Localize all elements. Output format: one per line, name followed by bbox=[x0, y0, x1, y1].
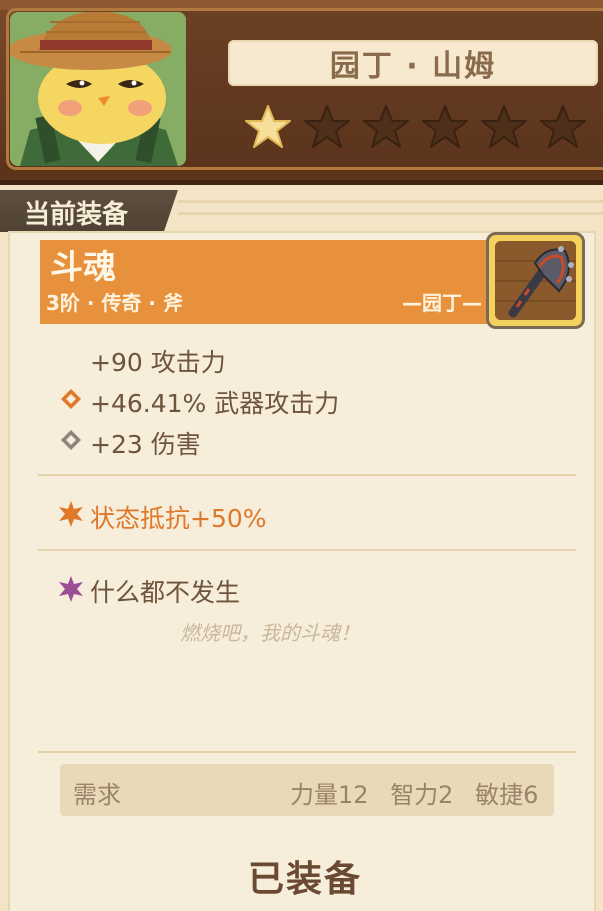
item-name: 斗魂 bbox=[50, 247, 116, 286]
requirement-strength: 力量12 bbox=[290, 781, 369, 809]
perk-text: 什么都不发生 bbox=[90, 578, 241, 607]
axe-icon bbox=[495, 241, 576, 320]
orange-burst-icon bbox=[59, 501, 83, 527]
section-tab-current-equipment: 当前装备 bbox=[0, 190, 178, 232]
character-portrait[interactable] bbox=[10, 12, 186, 166]
character-header: 园丁 · 山姆 bbox=[0, 0, 603, 185]
flavor-text: 燃烧吧，我的斗魂！ bbox=[180, 621, 360, 645]
chick-gardener-avatar bbox=[10, 12, 186, 166]
star-empty-icon bbox=[363, 105, 409, 148]
star-empty-icon bbox=[540, 105, 586, 148]
requirement-agility: 敏捷6 bbox=[475, 781, 539, 809]
header-rule-top bbox=[178, 200, 603, 203]
purple-burst-icon bbox=[59, 576, 83, 602]
item-subtitle: 3阶 · 传奇 · 斧 bbox=[46, 291, 183, 315]
header-rule-bottom bbox=[178, 212, 603, 215]
orange-diamond-icon bbox=[61, 389, 81, 409]
character-name-plate: 园丁 · 山姆 bbox=[228, 40, 598, 86]
stat-attack: +90 攻击力 bbox=[90, 348, 226, 377]
weapon-icon-frame[interactable] bbox=[486, 232, 585, 329]
item-class-tag: —园丁— bbox=[402, 291, 482, 315]
star-empty-icon bbox=[481, 105, 527, 148]
star-empty-icon bbox=[422, 105, 468, 148]
divider-3 bbox=[38, 751, 576, 753]
requirement-intelligence: 智力2 bbox=[390, 781, 454, 809]
equipped-button[interactable]: 已装备 bbox=[200, 846, 410, 906]
requirements-values: 力量12 智力2 敏捷6 bbox=[290, 775, 538, 810]
star-empty-icon bbox=[304, 105, 350, 148]
gray-diamond-icon bbox=[61, 430, 81, 450]
star-filled-icon bbox=[245, 105, 291, 148]
stat-status-resistance: 状态抵抗+50% bbox=[90, 504, 267, 533]
requirements-label: 需求 bbox=[73, 781, 121, 809]
stat-damage: +23 伤害 bbox=[90, 430, 201, 459]
divider-1 bbox=[38, 474, 576, 476]
stat-weapon-attack: +46.41% 武器攻击力 bbox=[90, 389, 340, 418]
section-title: 当前装备 bbox=[24, 200, 129, 230]
character-name: 园丁 · 山姆 bbox=[329, 49, 497, 84]
divider-2 bbox=[38, 549, 576, 551]
